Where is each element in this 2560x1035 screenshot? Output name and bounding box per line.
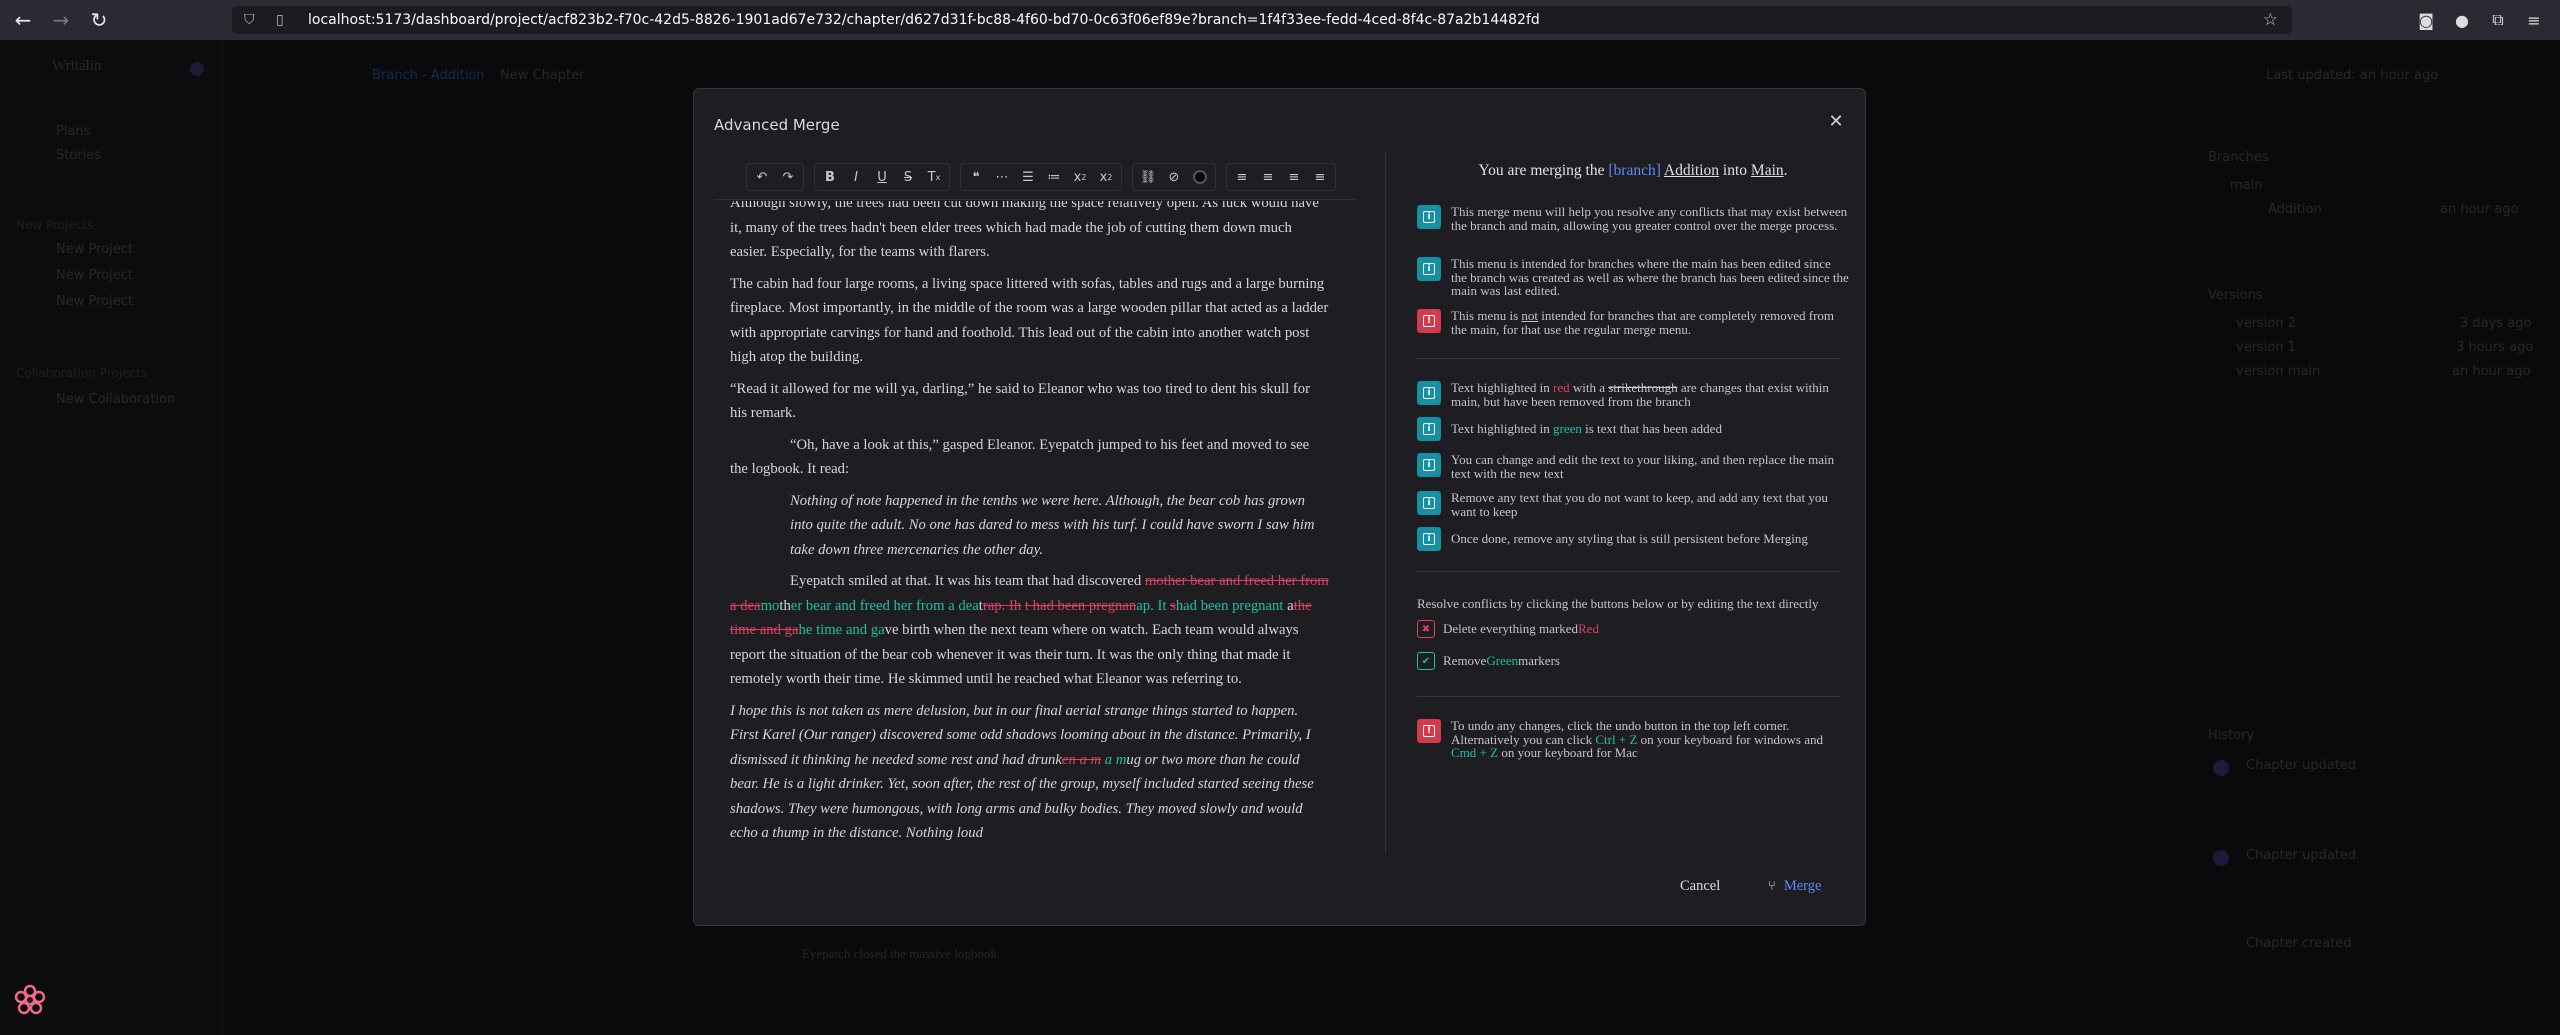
panel-divider <box>1385 153 1386 853</box>
app-logo-icon[interactable] <box>14 984 46 1016</box>
shield-icon[interactable]: ⛉ <box>244 12 262 28</box>
advanced-merge-dialog: Advanced Merge ✕ ↶ ↷ B I U S Tx ❝ ⋯ ☰ ≔ … <box>693 88 1866 926</box>
git-merge-icon: ⑂ <box>1768 879 1776 894</box>
merge-editor[interactable]: Although slowly, the trees had been cut … <box>730 201 1330 853</box>
info-text: Once done, remove any styling that is st… <box>1451 531 1808 546</box>
undo-icon[interactable]: ↶ <box>749 164 775 190</box>
info-icon: i <box>1417 453 1441 477</box>
underline-icon[interactable]: U <box>869 164 895 190</box>
align-right-icon[interactable]: ≡ <box>1307 164 1333 190</box>
account-icon[interactable]: ● <box>2444 6 2480 34</box>
clear-format-icon[interactable]: Tx <box>921 164 947 190</box>
info-text: This merge menu will help you resolve an… <box>1451 204 1848 233</box>
blockquote-icon[interactable]: ❝ <box>963 164 989 190</box>
editor-toolbar: ↶ ↷ B I U S Tx ❝ ⋯ ☰ ≔ x2 x2 ⛓ ⊘ ≡ ≡ ≡ ≡ <box>746 161 1338 193</box>
info-row: i Text highlighted in red with a striket… <box>1417 381 1849 408</box>
align-left-icon[interactable]: ≡ <box>1229 164 1255 190</box>
delete-icon[interactable]: ✖ <box>1417 620 1435 638</box>
subscript-icon[interactable]: x2 <box>1067 164 1093 190</box>
info-row: i This menu is intended for branches whe… <box>1417 257 1849 298</box>
url-text[interactable]: localhost:5173/dashboard/project/acf823b… <box>308 12 1540 28</box>
extensions-icon[interactable]: ⧉ <box>2480 6 2516 34</box>
editor-paragraph: “Read it allowed for me will ya, darling… <box>730 380 1311 422</box>
ordered-list-icon[interactable]: ≔ <box>1041 164 1067 190</box>
info-icon: i <box>1417 381 1441 405</box>
bullet-list-icon[interactable]: ☰ <box>1015 164 1041 190</box>
editor-paragraph-diff: I hope this is not taken as mere delusio… <box>730 702 1314 842</box>
info-row: ! This menu is not intended for branches… <box>1417 309 1849 336</box>
text-color-icon[interactable] <box>1187 164 1213 190</box>
info-row: i Once done, remove any styling that is … <box>1417 527 1849 551</box>
divider <box>1417 696 1841 697</box>
info-row: i This merge menu will help you resolve … <box>1417 205 1849 232</box>
forward-icon[interactable]: → <box>46 5 76 35</box>
info-icon: i <box>1417 491 1441 515</box>
editor-paragraph: The cabin had four large rooms, a living… <box>730 275 1329 366</box>
redo-icon[interactable]: ↷ <box>775 164 801 190</box>
divider <box>1417 358 1841 359</box>
warning-icon: ! <box>1417 719 1441 743</box>
editor-paragraph-diff: Eyepatch smiled at that. It was his team… <box>730 573 1329 687</box>
info-text: You can change and edit the text to your… <box>1451 452 1835 481</box>
strikethrough-icon[interactable]: S <box>895 164 921 190</box>
align-center-icon[interactable]: ≡ <box>1255 164 1281 190</box>
editor-paragraph: “Oh, have a look at this,” gasped Eleano… <box>730 436 1310 478</box>
info-text: To undo any changes, click the undo butt… <box>1451 718 1823 760</box>
link-icon[interactable]: ⛓ <box>1135 164 1161 190</box>
check-icon[interactable]: ✔ <box>1417 652 1435 670</box>
info-row: i Remove any text that you do not want t… <box>1417 491 1849 518</box>
page-icon: ▯ <box>276 12 284 28</box>
merge-heading: You are merging the [branch] Addition in… <box>1478 162 1788 179</box>
info-row: ! To undo any changes, click the undo bu… <box>1417 719 1849 760</box>
info-row: i You can change and edit the text to yo… <box>1417 453 1849 480</box>
info-icon: i <box>1417 527 1441 551</box>
info-icon: i <box>1417 417 1441 441</box>
divider <box>1417 571 1841 572</box>
close-icon[interactable]: ✕ <box>1823 109 1849 135</box>
info-text: Text highlighted in green is text that h… <box>1451 421 1722 436</box>
pocket-icon[interactable]: ◙ <box>2408 6 2444 34</box>
bold-icon[interactable]: B <box>817 164 843 190</box>
info-text: This menu is not intended for branches t… <box>1451 308 1835 337</box>
merge-button[interactable]: ⑂ Merge <box>1768 878 1821 895</box>
superscript-icon[interactable]: x2 <box>1093 164 1119 190</box>
info-text: Remove any text that you do not want to … <box>1451 490 1828 519</box>
info-icon: i <box>1417 257 1441 281</box>
unlink-icon[interactable]: ⊘ <box>1161 164 1187 190</box>
cancel-button[interactable]: Cancel <box>1680 878 1720 895</box>
editor-paragraph: Nothing of note happened in the tenths w… <box>790 492 1315 558</box>
align-justify-icon[interactable]: ≡ <box>1281 164 1307 190</box>
menu-icon[interactable]: ≡ <box>2516 6 2552 34</box>
info-icon: i <box>1417 205 1441 229</box>
editor-paragraph: Although slowly, the trees had been cut … <box>730 201 1319 260</box>
info-text: This menu is intended for branches where… <box>1451 256 1849 298</box>
url-bar[interactable]: ⛉ ▯ localhost:5173/dashboard/project/acf… <box>232 6 2292 34</box>
italic-icon[interactable]: I <box>843 164 869 190</box>
reload-icon[interactable]: ↻ <box>84 5 114 35</box>
delete-red-button[interactable]: ✖ Delete everything marked Red <box>1417 620 1717 638</box>
info-text: Text highlighted in red with a strikethr… <box>1451 380 1829 409</box>
browser-toolbar: ← → ↻ ⛉ ▯ localhost:5173/dashboard/proje… <box>0 0 2560 40</box>
resolve-text: Resolve conflicts by clicking the button… <box>1417 596 1819 611</box>
modal-title: Advanced Merge <box>714 116 840 134</box>
warning-icon: ! <box>1417 309 1441 333</box>
back-icon[interactable]: ← <box>8 5 38 35</box>
bookmark-star-icon[interactable]: ☆ <box>2263 10 2278 30</box>
toolbar-divider <box>714 199 1356 200</box>
more-icon[interactable]: ⋯ <box>989 164 1015 190</box>
remove-green-button[interactable]: ✔ Remove Green markers <box>1417 652 1717 670</box>
info-row: i Text highlighted in green is text that… <box>1417 417 1849 441</box>
